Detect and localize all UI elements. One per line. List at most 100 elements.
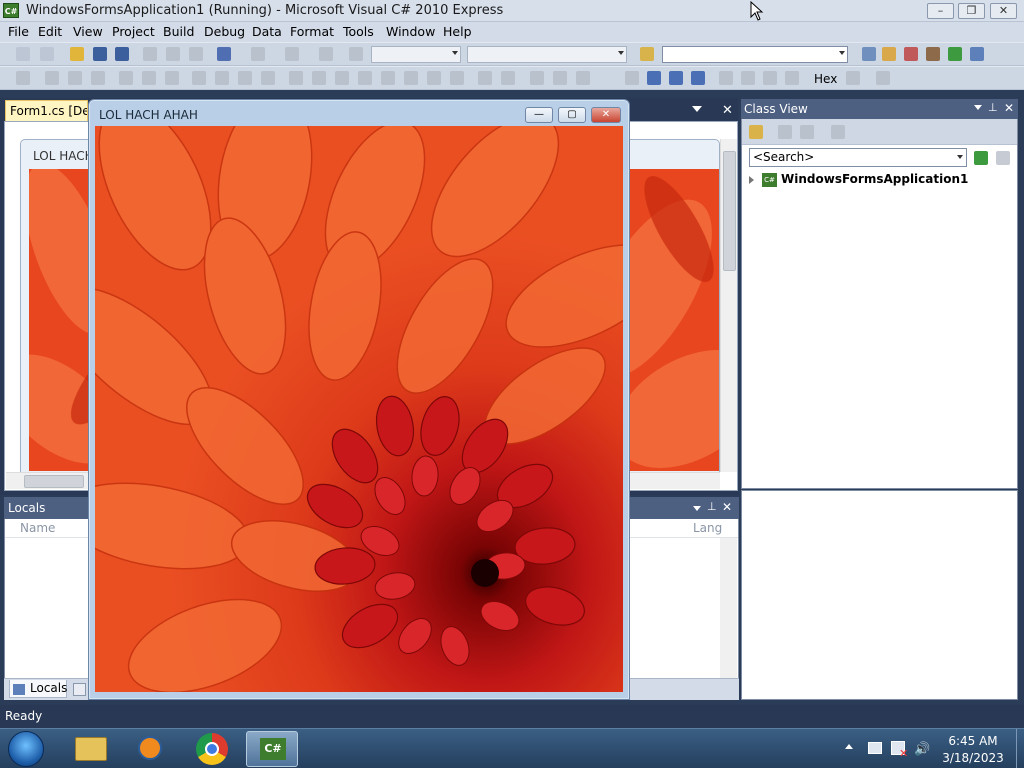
media-player-icon[interactable]	[125, 731, 177, 767]
align-rights-icon[interactable]	[91, 71, 105, 85]
cut-icon[interactable]	[143, 47, 157, 61]
class-view-search-input[interactable]: <Search>	[749, 148, 967, 167]
menu-edit[interactable]: Edit	[38, 24, 62, 39]
back-icon[interactable]	[778, 125, 792, 139]
continue-icon[interactable]	[625, 71, 639, 85]
menu-window[interactable]: Window	[386, 24, 435, 39]
app-minimize-button[interactable]: —	[525, 107, 553, 123]
increase-vspacing-icon[interactable]	[404, 71, 418, 85]
navigate-forward-icon[interactable]	[319, 47, 333, 61]
search-go-icon[interactable]	[974, 151, 988, 165]
decrease-vspacing-icon[interactable]	[427, 71, 441, 85]
minimize-button[interactable]: –	[927, 3, 954, 19]
show-next-statement-icon[interactable]	[719, 71, 733, 85]
class-view-close-icon[interactable]: ✕	[1004, 101, 1014, 115]
step-out-icon[interactable]	[785, 71, 799, 85]
tab-order-icon[interactable]	[576, 71, 590, 85]
pin-icon[interactable]: ⊥	[988, 101, 998, 114]
volume-icon[interactable]: 🔊	[914, 742, 930, 757]
system-clock[interactable]: 6:45 AM 3/18/2023	[932, 733, 1014, 767]
menu-format[interactable]: Format	[290, 24, 334, 39]
menu-file[interactable]: File	[8, 24, 29, 39]
breakpoints-icon[interactable]	[846, 71, 860, 85]
make-same-height-icon[interactable]	[215, 71, 229, 85]
center-vertically-icon[interactable]	[501, 71, 515, 85]
menu-debug[interactable]: Debug	[204, 24, 245, 39]
clear-search-icon[interactable]	[996, 151, 1010, 165]
new-folder-icon[interactable]	[749, 125, 763, 139]
locals-close-icon[interactable]: ✕	[722, 500, 732, 514]
extension-manager-icon[interactable]	[970, 47, 984, 61]
document-dropdown-icon[interactable]	[692, 106, 702, 112]
class-view-tree-root[interactable]: WindowsFormsApplication1	[781, 172, 968, 186]
hscroll-thumb[interactable]	[24, 475, 84, 488]
restart-icon[interactable]	[691, 71, 705, 85]
make-same-width-icon[interactable]	[192, 71, 206, 85]
menu-view[interactable]: View	[73, 24, 103, 39]
horizontal-spacing-icon[interactable]	[289, 71, 303, 85]
start-debug-icon[interactable]	[349, 47, 363, 61]
vertical-spacing-icon[interactable]	[381, 71, 395, 85]
app-maximize-button[interactable]: ▢	[558, 107, 586, 123]
visual-csharp-icon[interactable]: C#	[246, 731, 298, 767]
locals-scrollbar[interactable]	[720, 538, 737, 678]
menu-project[interactable]: Project	[112, 24, 155, 39]
show-hidden-icons[interactable]	[845, 744, 853, 749]
align-middles-icon[interactable]	[142, 71, 156, 85]
align-centers-icon[interactable]	[68, 71, 82, 85]
increase-hspacing-icon[interactable]	[312, 71, 326, 85]
show-desktop-button[interactable]	[1016, 729, 1024, 768]
align-bottoms-icon[interactable]	[165, 71, 179, 85]
make-same-size-icon[interactable]	[238, 71, 252, 85]
open-folder-icon[interactable]	[70, 47, 84, 61]
platform-combo[interactable]	[467, 46, 627, 63]
paste-icon[interactable]	[189, 47, 203, 61]
remove-hspacing-icon[interactable]	[358, 71, 372, 85]
step-into-icon[interactable]	[741, 71, 755, 85]
tab-form1-design[interactable]: Form1.cs [Design]	[5, 100, 88, 122]
column-lang[interactable]: Lang	[693, 519, 722, 538]
menu-help[interactable]: Help	[443, 24, 472, 39]
bring-to-front-icon[interactable]	[530, 71, 544, 85]
hex-toggle[interactable]: Hex	[814, 72, 837, 86]
search-dropdown-icon[interactable]	[957, 155, 963, 159]
column-name[interactable]: Name	[20, 519, 55, 538]
document-close-icon[interactable]: ✕	[722, 103, 733, 118]
locals-pin-icon[interactable]: ⊥	[707, 500, 717, 513]
properties-icon[interactable]	[882, 47, 896, 61]
break-all-icon[interactable]	[647, 71, 661, 85]
tree-expand-icon[interactable]	[749, 176, 754, 184]
explorer-icon[interactable]	[66, 731, 118, 767]
menu-build[interactable]: Build	[163, 24, 194, 39]
redo-icon[interactable]	[251, 47, 265, 61]
close-button[interactable]: ✕	[990, 3, 1017, 19]
step-over-icon[interactable]	[763, 71, 777, 85]
center-horizontally-icon[interactable]	[478, 71, 492, 85]
locals-menu-icon[interactable]	[693, 506, 701, 511]
object-browser-icon[interactable]	[904, 47, 918, 61]
solution-config-combo[interactable]	[371, 46, 461, 63]
undo-icon[interactable]	[217, 47, 231, 61]
save-all-icon[interactable]	[115, 47, 129, 61]
decrease-hspacing-icon[interactable]	[335, 71, 349, 85]
find-combo[interactable]	[662, 46, 848, 63]
remove-vspacing-icon[interactable]	[450, 71, 464, 85]
start-button[interactable]	[8, 731, 44, 767]
vscroll-thumb[interactable]	[723, 151, 736, 271]
send-to-back-icon[interactable]	[553, 71, 567, 85]
new-project-icon[interactable]	[16, 47, 30, 61]
copy-icon[interactable]	[166, 47, 180, 61]
navigate-backward-icon[interactable]	[285, 47, 299, 61]
action-center-icon[interactable]	[868, 742, 882, 754]
align-lefts-icon[interactable]	[45, 71, 59, 85]
restore-button[interactable]: ❐	[958, 3, 985, 19]
output-icon[interactable]	[876, 71, 890, 85]
toolbox-icon[interactable]	[926, 47, 940, 61]
align-tops-icon[interactable]	[119, 71, 133, 85]
add-item-icon[interactable]	[40, 47, 54, 61]
size-to-grid-icon[interactable]	[261, 71, 275, 85]
class-view-settings-icon[interactable]	[831, 125, 845, 139]
designer-vertical-scrollbar[interactable]	[720, 139, 737, 472]
app-close-button[interactable]: ✕	[591, 107, 621, 123]
menu-tools[interactable]: Tools	[343, 24, 374, 39]
